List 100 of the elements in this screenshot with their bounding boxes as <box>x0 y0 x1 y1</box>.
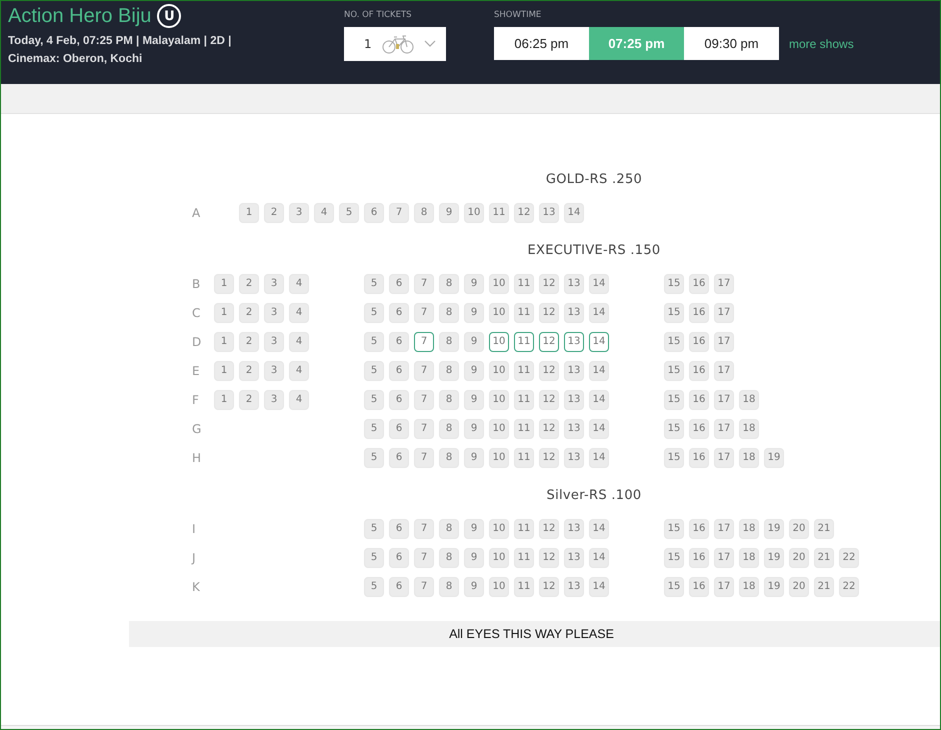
seat[interactable]: 11 <box>514 448 534 468</box>
seat[interactable]: 22 <box>839 548 859 568</box>
seat[interactable]: 8 <box>439 302 459 322</box>
seat[interactable]: 8 <box>439 548 459 568</box>
seat[interactable]: 3 <box>264 360 284 380</box>
seat[interactable]: 19 <box>764 518 784 538</box>
seat[interactable]: 1 <box>214 332 234 352</box>
seat[interactable]: 15 <box>664 302 684 322</box>
seat[interactable]: 12 <box>539 448 559 468</box>
seat[interactable]: 18 <box>739 390 759 410</box>
seat[interactable]: 16 <box>689 518 709 538</box>
seat[interactable]: 15 <box>664 448 684 468</box>
showtime-button[interactable]: 06:25 pm <box>494 27 589 60</box>
seat[interactable]: 10 <box>489 332 509 352</box>
seat[interactable]: 18 <box>739 418 759 438</box>
seat[interactable]: 9 <box>464 390 484 410</box>
seat[interactable]: 8 <box>439 390 459 410</box>
seat[interactable]: 2 <box>239 332 259 352</box>
seat[interactable]: 12 <box>539 548 559 568</box>
seat[interactable]: 3 <box>264 302 284 322</box>
seat[interactable]: 15 <box>664 418 684 438</box>
seat[interactable]: 18 <box>739 448 759 468</box>
seat[interactable]: 21 <box>814 518 834 538</box>
seat[interactable]: 10 <box>489 518 509 538</box>
seat[interactable]: 4 <box>289 332 309 352</box>
seat[interactable]: 17 <box>714 302 734 322</box>
seat[interactable]: 7 <box>414 448 434 468</box>
tickets-dropdown[interactable]: 1 <box>344 27 446 61</box>
seat[interactable]: 17 <box>714 332 734 352</box>
seat[interactable]: 6 <box>389 390 409 410</box>
seat[interactable]: 6 <box>389 360 409 380</box>
seat[interactable]: 8 <box>439 360 459 380</box>
seat[interactable]: 7 <box>414 274 434 294</box>
seat[interactable]: 8 <box>439 576 459 596</box>
seat[interactable]: 3 <box>289 202 309 222</box>
seat[interactable]: 16 <box>689 576 709 596</box>
seat[interactable]: 8 <box>439 518 459 538</box>
seat[interactable]: 11 <box>514 418 534 438</box>
seat[interactable]: 2 <box>264 202 284 222</box>
seat[interactable]: 16 <box>689 448 709 468</box>
seat[interactable]: 9 <box>464 274 484 294</box>
seat[interactable]: 19 <box>764 548 784 568</box>
seat[interactable]: 16 <box>689 302 709 322</box>
seat[interactable]: 8 <box>414 202 434 222</box>
seat[interactable]: 12 <box>539 390 559 410</box>
seat[interactable]: 15 <box>664 390 684 410</box>
seat[interactable]: 1 <box>214 274 234 294</box>
seat[interactable]: 2 <box>239 274 259 294</box>
seat[interactable]: 14 <box>589 548 609 568</box>
seat[interactable]: 12 <box>514 202 534 222</box>
seat[interactable]: 9 <box>464 576 484 596</box>
seat[interactable]: 17 <box>714 360 734 380</box>
seat[interactable]: 7 <box>414 518 434 538</box>
seat[interactable]: 6 <box>389 576 409 596</box>
seat[interactable]: 2 <box>239 360 259 380</box>
seat[interactable]: 5 <box>364 418 384 438</box>
seat[interactable]: 11 <box>514 518 534 538</box>
seat[interactable]: 8 <box>439 274 459 294</box>
seat[interactable]: 14 <box>589 418 609 438</box>
seat[interactable]: 20 <box>789 576 809 596</box>
seat[interactable]: 7 <box>414 360 434 380</box>
showtime-button[interactable]: 09:30 pm <box>684 27 779 60</box>
seat[interactable]: 18 <box>739 518 759 538</box>
seat[interactable]: 7 <box>414 548 434 568</box>
seat[interactable]: 11 <box>514 390 534 410</box>
seat[interactable]: 11 <box>514 576 534 596</box>
seat[interactable]: 5 <box>364 518 384 538</box>
seat[interactable]: 17 <box>714 390 734 410</box>
seat[interactable]: 7 <box>414 302 434 322</box>
seat[interactable]: 12 <box>539 518 559 538</box>
seat[interactable]: 19 <box>764 448 784 468</box>
seat[interactable]: 21 <box>814 548 834 568</box>
seat[interactable]: 22 <box>839 576 859 596</box>
seat[interactable]: 6 <box>364 202 384 222</box>
seat[interactable]: 16 <box>689 274 709 294</box>
seat[interactable]: 14 <box>589 360 609 380</box>
seat[interactable]: 15 <box>664 576 684 596</box>
seat[interactable]: 7 <box>414 418 434 438</box>
seat[interactable]: 11 <box>514 332 534 352</box>
seat[interactable]: 13 <box>564 274 584 294</box>
seat[interactable]: 9 <box>464 418 484 438</box>
seat[interactable]: 13 <box>564 390 584 410</box>
seat[interactable]: 5 <box>364 332 384 352</box>
seat[interactable]: 16 <box>689 390 709 410</box>
seat[interactable]: 6 <box>389 332 409 352</box>
seat[interactable]: 13 <box>564 360 584 380</box>
seat[interactable]: 11 <box>514 360 534 380</box>
seat[interactable]: 14 <box>589 390 609 410</box>
seat[interactable]: 6 <box>389 518 409 538</box>
seat[interactable]: 15 <box>664 360 684 380</box>
seat[interactable]: 9 <box>464 548 484 568</box>
seat[interactable]: 10 <box>489 390 509 410</box>
seat[interactable]: 6 <box>389 448 409 468</box>
seat[interactable]: 12 <box>539 418 559 438</box>
seat[interactable]: 6 <box>389 274 409 294</box>
seat[interactable]: 11 <box>489 202 509 222</box>
seat[interactable]: 17 <box>714 548 734 568</box>
seat[interactable]: 15 <box>664 548 684 568</box>
seat[interactable]: 2 <box>239 302 259 322</box>
seat[interactable]: 15 <box>664 518 684 538</box>
